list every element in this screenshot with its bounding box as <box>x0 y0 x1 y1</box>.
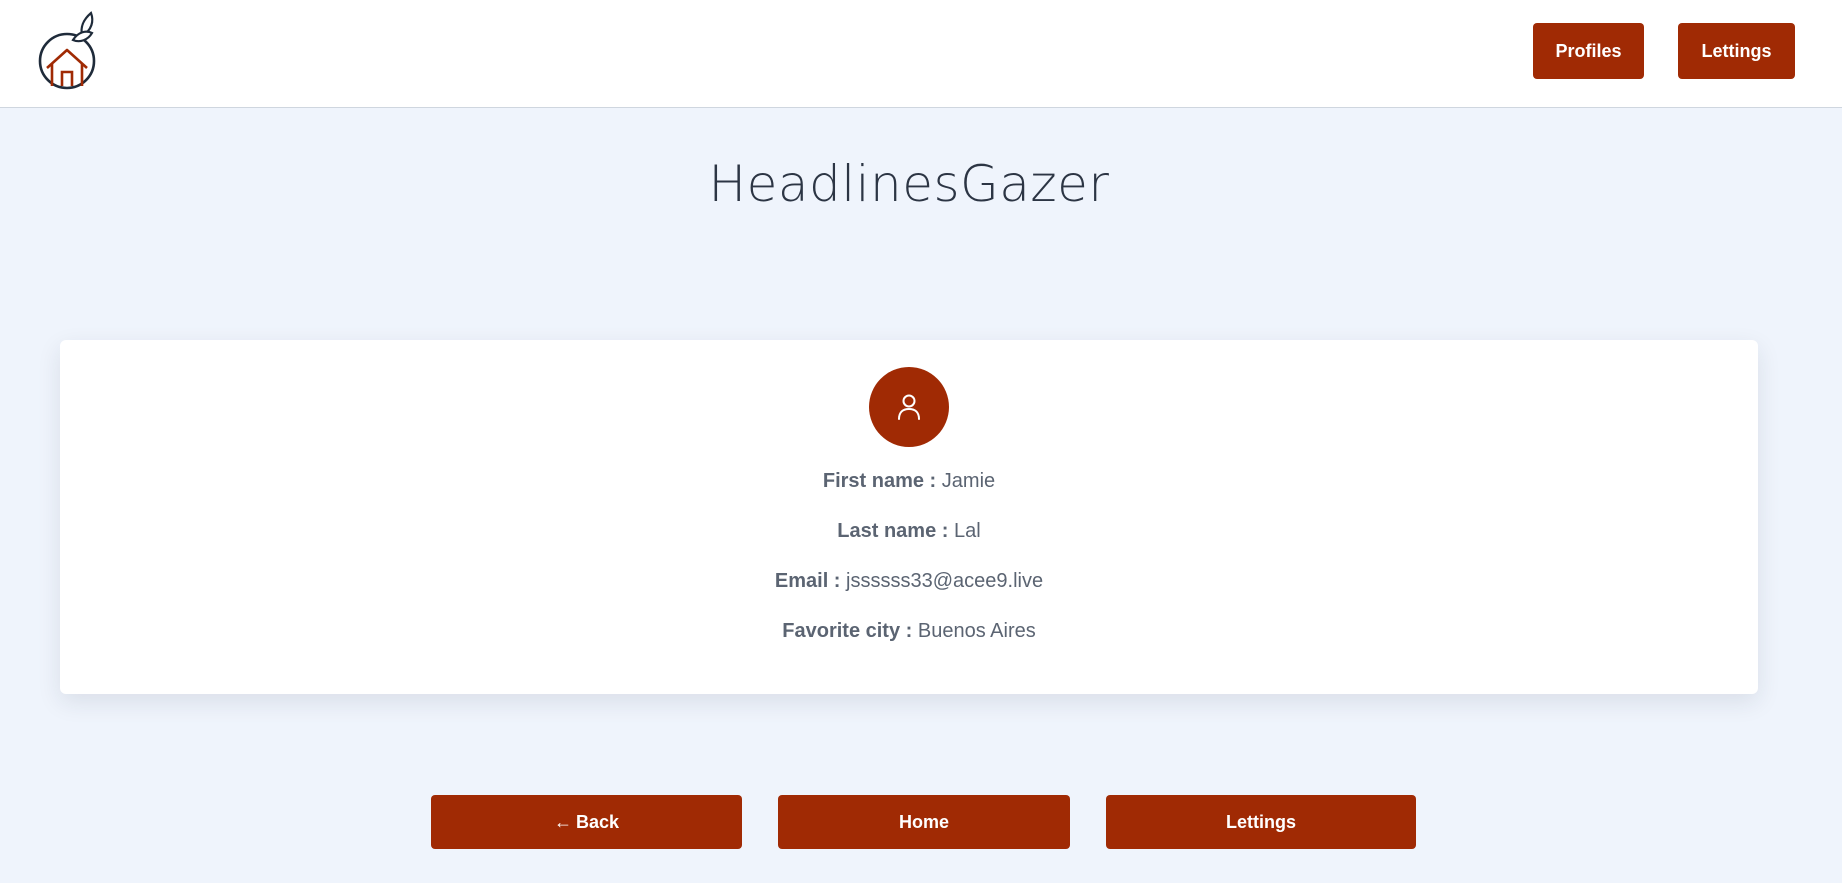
favorite-city-value: Buenos Aires <box>917 620 1036 642</box>
last-name-row: Last name : Lal <box>60 520 1758 543</box>
top-navbar: Profiles Lettings <box>0 0 1842 108</box>
home-logo-icon[interactable] <box>36 8 104 96</box>
favorite-city-label: Favorite city : <box>782 620 913 642</box>
back-button-label: Back <box>575 811 620 832</box>
email-value: jssssss33@acee9.live <box>846 570 1044 592</box>
last-name-value: Lal <box>954 520 981 542</box>
email-label: Email : <box>774 570 841 592</box>
back-button[interactable]: ← Back <box>431 795 742 849</box>
home-button[interactable]: Home <box>778 795 1070 849</box>
profile-card: First name : Jamie Last name : Lal Email… <box>60 340 1758 694</box>
last-name-label: Last name : <box>837 520 949 542</box>
arrow-left-icon: ← <box>553 811 572 832</box>
email-row: Email : jssssss33@acee9.live <box>60 570 1758 593</box>
first-name-row: First name : Jamie <box>60 470 1758 493</box>
user-icon <box>898 394 920 420</box>
lettings-button[interactable]: Lettings <box>1106 795 1416 849</box>
favorite-city-row: Favorite city : Buenos Aires <box>60 620 1758 643</box>
first-name-value: Jamie <box>941 470 996 492</box>
avatar <box>869 367 949 447</box>
nav-profiles-button[interactable]: Profiles <box>1533 23 1644 79</box>
first-name-label: First name : <box>822 470 937 492</box>
page-title: HeadlinesGazer <box>708 155 1110 213</box>
nav-lettings-button[interactable]: Lettings <box>1678 23 1795 79</box>
